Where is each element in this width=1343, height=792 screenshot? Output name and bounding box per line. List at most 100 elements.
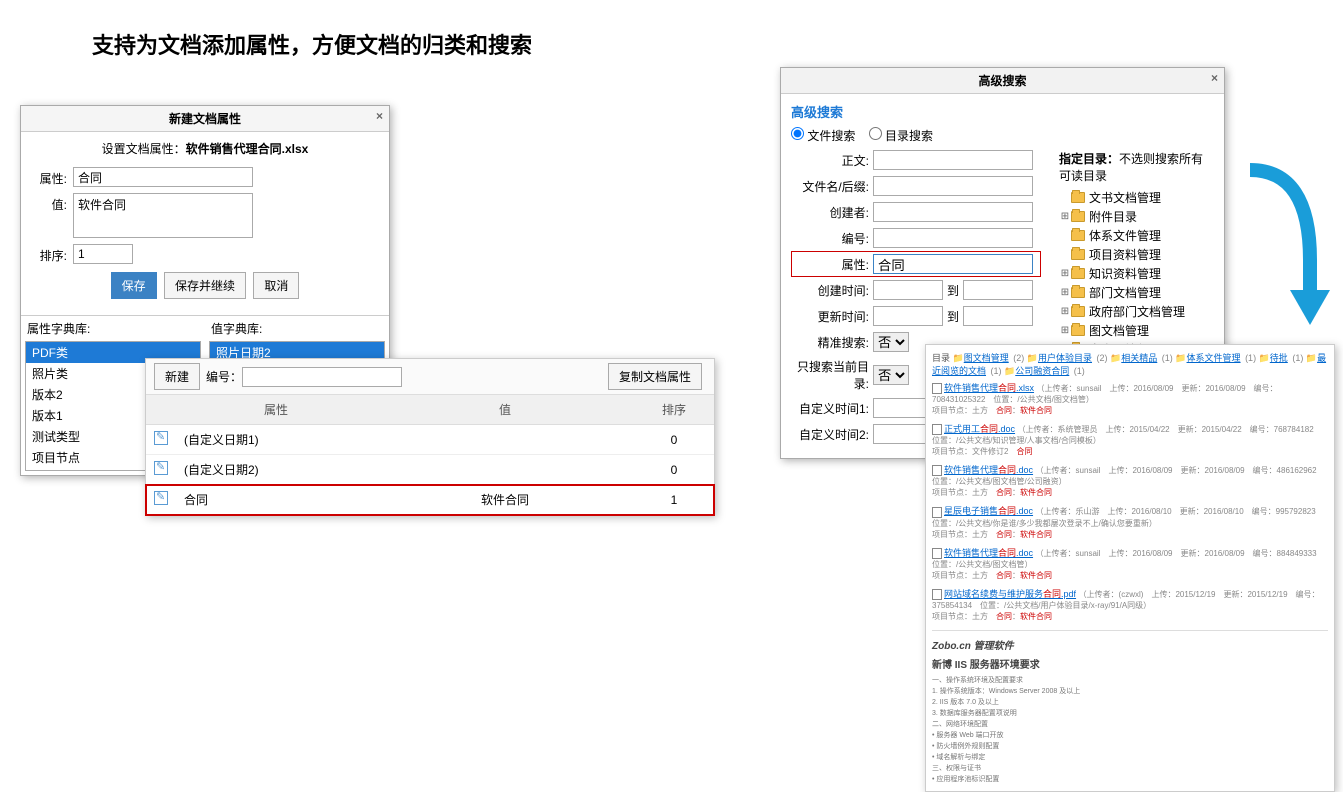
result-filename-link[interactable]: 软件销售代理合同.doc (944, 465, 1033, 475)
preview-line: 3. 数据库服务器配置项说明 (932, 708, 1328, 718)
result-filename-link[interactable]: 软件销售代理合同.doc (944, 548, 1033, 558)
close-icon[interactable]: × (1211, 71, 1218, 85)
utime-to-input[interactable] (963, 306, 1033, 326)
edit-icon[interactable] (154, 461, 168, 475)
preview-line: 2. IIS 版本 7.0 及以上 (932, 697, 1328, 707)
flow-arrow-icon (1240, 160, 1330, 340)
breadcrumb-link[interactable]: 相关精品 (1121, 353, 1157, 363)
result-filename-link[interactable]: 正式用工合同.doc (944, 424, 1015, 434)
preview-title: 新博 IIS 服务器环境要求 (932, 656, 1328, 671)
tree-item[interactable]: 文书文档管理 (1059, 188, 1214, 207)
value-label: 值: (33, 193, 73, 213)
folder-icon (1071, 287, 1085, 298)
edit-icon[interactable] (154, 491, 168, 505)
attr-input[interactable] (73, 167, 253, 187)
close-icon[interactable]: × (376, 109, 383, 123)
value-textarea[interactable] (73, 193, 253, 238)
creator-label: 创建者: (791, 204, 873, 221)
search-result-item[interactable]: 正式用工合同.doc （上传者：系统管理员 上传：2015/04/22 更新：2… (932, 422, 1328, 457)
results-breadcrumb: 目录 📁图文档管理 (2) 📁用户体验目录 (2) 📁相关精品 (1) 📁体系文… (932, 351, 1328, 377)
search-result-item[interactable]: 网站域名续费与维护服务合同.pdf （上传者：(czwxl) 上传：2015/1… (932, 587, 1328, 622)
page-title: 支持为文档添加属性，方便文档的归类和搜索 (92, 28, 532, 60)
expand-icon[interactable]: ⊞ (1059, 306, 1071, 317)
folder-icon (1071, 211, 1085, 222)
col-order: 排序 (634, 395, 714, 425)
preview-line: 一、操作系统环境及配置要求 (932, 675, 1328, 685)
preview-line: • 域名解析与绑定 (932, 752, 1328, 762)
search-result-item[interactable]: 软件销售代理合同.xlsx （上传者：sunsail 上传：2016/08/09… (932, 381, 1328, 416)
folder-icon (1071, 192, 1085, 203)
fulltext-label: 正文: (791, 152, 873, 169)
preview-line: • 服务器 Web 端口开放 (932, 730, 1328, 740)
dialog-header: 高级搜索 × (781, 68, 1224, 94)
new-button[interactable]: 新建 (154, 363, 200, 390)
dialog-header: 新建文档属性 × (21, 106, 389, 132)
file-icon (932, 589, 942, 600)
tree-item[interactable]: 体系文件管理 (1059, 226, 1214, 245)
attr-input[interactable] (873, 254, 1033, 274)
filename-label: 文件名/后缀: (791, 178, 873, 195)
search-result-item[interactable]: 星辰电子销售合同.doc （上传者：乐山游 上传：2016/08/10 更新：2… (932, 504, 1328, 539)
file-icon (932, 548, 942, 559)
dict-val-label: 值字典库: (205, 316, 389, 341)
radio-file-search[interactable]: 文件搜索 (791, 129, 855, 143)
tree-item[interactable]: ⊞知识资料管理 (1059, 264, 1214, 283)
curdir-select[interactable]: 否 (873, 365, 909, 385)
cust2-label: 自定义时间2: (791, 426, 873, 443)
edit-icon[interactable] (154, 431, 168, 445)
folder-icon (1071, 268, 1085, 279)
save-button[interactable]: 保存 (111, 272, 157, 299)
number-input[interactable] (242, 367, 402, 387)
ctime-to-input[interactable] (963, 280, 1033, 300)
filename-input[interactable] (873, 176, 1033, 196)
dir-label: 指定目录：不选则搜索所有可读目录 (1059, 150, 1214, 184)
result-filename-link[interactable]: 软件销售代理合同.xlsx (944, 383, 1034, 393)
expand-icon[interactable]: ⊞ (1059, 268, 1071, 279)
order-input[interactable] (73, 244, 133, 264)
folder-icon (1071, 325, 1085, 336)
attr-label: 属性: (791, 256, 873, 273)
file-icon (932, 507, 942, 518)
exact-select[interactable]: 否 (873, 332, 909, 352)
tree-item[interactable]: ⊞政府部门文档管理 (1059, 302, 1214, 321)
radio-dir-search[interactable]: 目录搜索 (869, 129, 933, 143)
table-row[interactable]: (自定义日期1)0 (146, 425, 714, 455)
folder-icon (1071, 249, 1085, 260)
cancel-button[interactable]: 取消 (253, 272, 299, 299)
copy-attributes-button[interactable]: 复制文档属性 (608, 363, 702, 390)
breadcrumb-link[interactable]: 公司融资合同 (1015, 366, 1069, 376)
breadcrumb-link[interactable]: 待批 (1270, 353, 1288, 363)
preview-line: • 应用程序池标识配置 (932, 774, 1328, 784)
attr-label: 属性: (33, 167, 73, 187)
expand-icon[interactable]: ⊞ (1059, 287, 1071, 298)
search-result-item[interactable]: 软件销售代理合同.doc （上传者：sunsail 上传：2016/08/09 … (932, 463, 1328, 498)
table-row[interactable]: (自定义日期2)0 (146, 455, 714, 485)
breadcrumb-link[interactable]: 用户体验目录 (1038, 353, 1092, 363)
tree-item[interactable]: 项目资料管理 (1059, 245, 1214, 264)
result-filename-link[interactable]: 星辰电子销售合同.doc (944, 506, 1033, 516)
table-row[interactable]: 合同软件合同1 (146, 485, 714, 515)
expand-icon[interactable]: ⊞ (1059, 325, 1071, 336)
utime-label: 更新时间: (791, 308, 873, 325)
creator-input[interactable] (873, 202, 1033, 222)
number-input[interactable] (873, 228, 1033, 248)
curdir-label: 只搜索当前目录: (791, 358, 873, 392)
breadcrumb-link[interactable]: 图文档管理 (964, 353, 1009, 363)
result-filename-link[interactable]: 网站域名续费与维护服务合同.pdf (944, 589, 1076, 599)
preview-line: 二、网络环境配置 (932, 719, 1328, 729)
expand-icon[interactable]: ⊞ (1059, 211, 1071, 222)
utime-from-input[interactable] (873, 306, 943, 326)
preview-line: 1. 操作系统版本：Windows Server 2008 及以上 (932, 686, 1328, 696)
search-result-item[interactable]: 软件销售代理合同.doc （上传者：sunsail 上传：2016/08/09 … (932, 546, 1328, 581)
ctime-from-input[interactable] (873, 280, 943, 300)
tree-item[interactable]: ⊞图文档管理 (1059, 321, 1214, 340)
attribute-table-panel: 新建 编号： 复制文档属性 属性 值 排序 (自定义日期1)0(自定义日期2)0… (145, 358, 715, 516)
save-continue-button[interactable]: 保存并继续 (164, 272, 246, 299)
dialog-title: 高级搜索 (978, 74, 1026, 88)
tree-item[interactable]: ⊞附件目录 (1059, 207, 1214, 226)
breadcrumb-link[interactable]: 体系文件管理 (1187, 353, 1241, 363)
number-label: 编号： (206, 368, 242, 385)
exact-label: 精准搜索: (791, 334, 873, 351)
tree-item[interactable]: ⊞部门文档管理 (1059, 283, 1214, 302)
fulltext-input[interactable] (873, 150, 1033, 170)
